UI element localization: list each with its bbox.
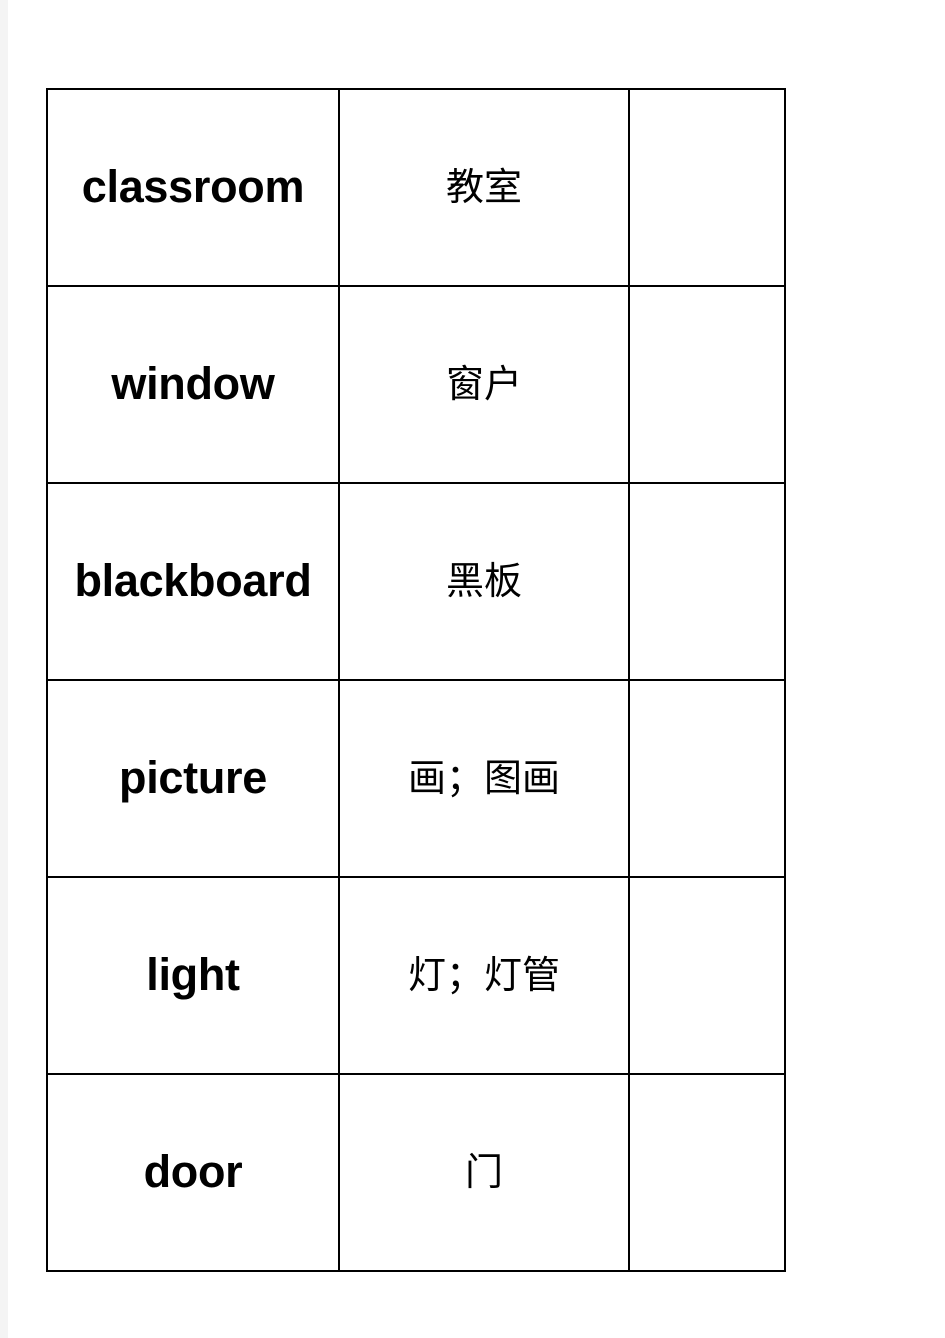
chinese-translation: 门	[464, 1149, 503, 1194]
blank-note	[630, 778, 784, 779]
table-row: light 灯；灯管	[46, 876, 786, 1075]
blank-note	[630, 975, 784, 976]
page-left-margin	[0, 0, 8, 1338]
chinese-translation-cell: 教室	[338, 88, 630, 287]
chinese-translation: 灯；灯管	[407, 952, 560, 997]
blank-note-cell	[628, 88, 786, 287]
chinese-translation-cell: 画；图画	[338, 679, 630, 878]
english-word-cell: picture	[46, 679, 340, 878]
english-word-cell: light	[46, 876, 340, 1075]
table-row: picture 画；图画	[46, 679, 786, 878]
chinese-translation: 窗户	[445, 361, 522, 406]
english-word: blackboard	[74, 555, 312, 607]
vocabulary-table-body: classroom 教室 window 窗户 blackboard 黑板 pic…	[46, 88, 786, 1272]
english-word-cell: classroom	[46, 88, 340, 287]
chinese-translation-cell: 窗户	[338, 285, 630, 484]
english-word-cell: blackboard	[46, 482, 340, 681]
table-row: door 门	[46, 1073, 786, 1272]
blank-note	[630, 187, 784, 188]
chinese-translation: 教室	[445, 164, 522, 209]
table-row: blackboard 黑板	[46, 482, 786, 681]
blank-note	[630, 384, 784, 385]
blank-note	[630, 1172, 784, 1173]
english-word: classroom	[81, 161, 305, 213]
english-word-cell: door	[46, 1073, 340, 1272]
chinese-translation-cell: 黑板	[338, 482, 630, 681]
vocabulary-table: classroom 教室 window 窗户 blackboard 黑板 pic…	[46, 88, 786, 1272]
document-page: classroom 教室 window 窗户 blackboard 黑板 pic…	[8, 0, 945, 1338]
table-row: window 窗户	[46, 285, 786, 484]
english-word: light	[146, 949, 240, 1001]
blank-note	[630, 581, 784, 582]
blank-note-cell	[628, 482, 786, 681]
chinese-translation-cell: 灯；灯管	[338, 876, 630, 1075]
table-row: classroom 教室	[46, 88, 786, 287]
chinese-translation: 画；图画	[407, 755, 560, 800]
english-word-cell: window	[46, 285, 340, 484]
english-word: window	[111, 358, 275, 410]
blank-note-cell	[628, 876, 786, 1075]
blank-note-cell	[628, 1073, 786, 1272]
blank-note-cell	[628, 285, 786, 484]
blank-note-cell	[628, 679, 786, 878]
english-word: picture	[119, 752, 267, 804]
chinese-translation-cell: 门	[338, 1073, 630, 1272]
english-word: door	[143, 1146, 243, 1198]
chinese-translation: 黑板	[445, 558, 522, 603]
